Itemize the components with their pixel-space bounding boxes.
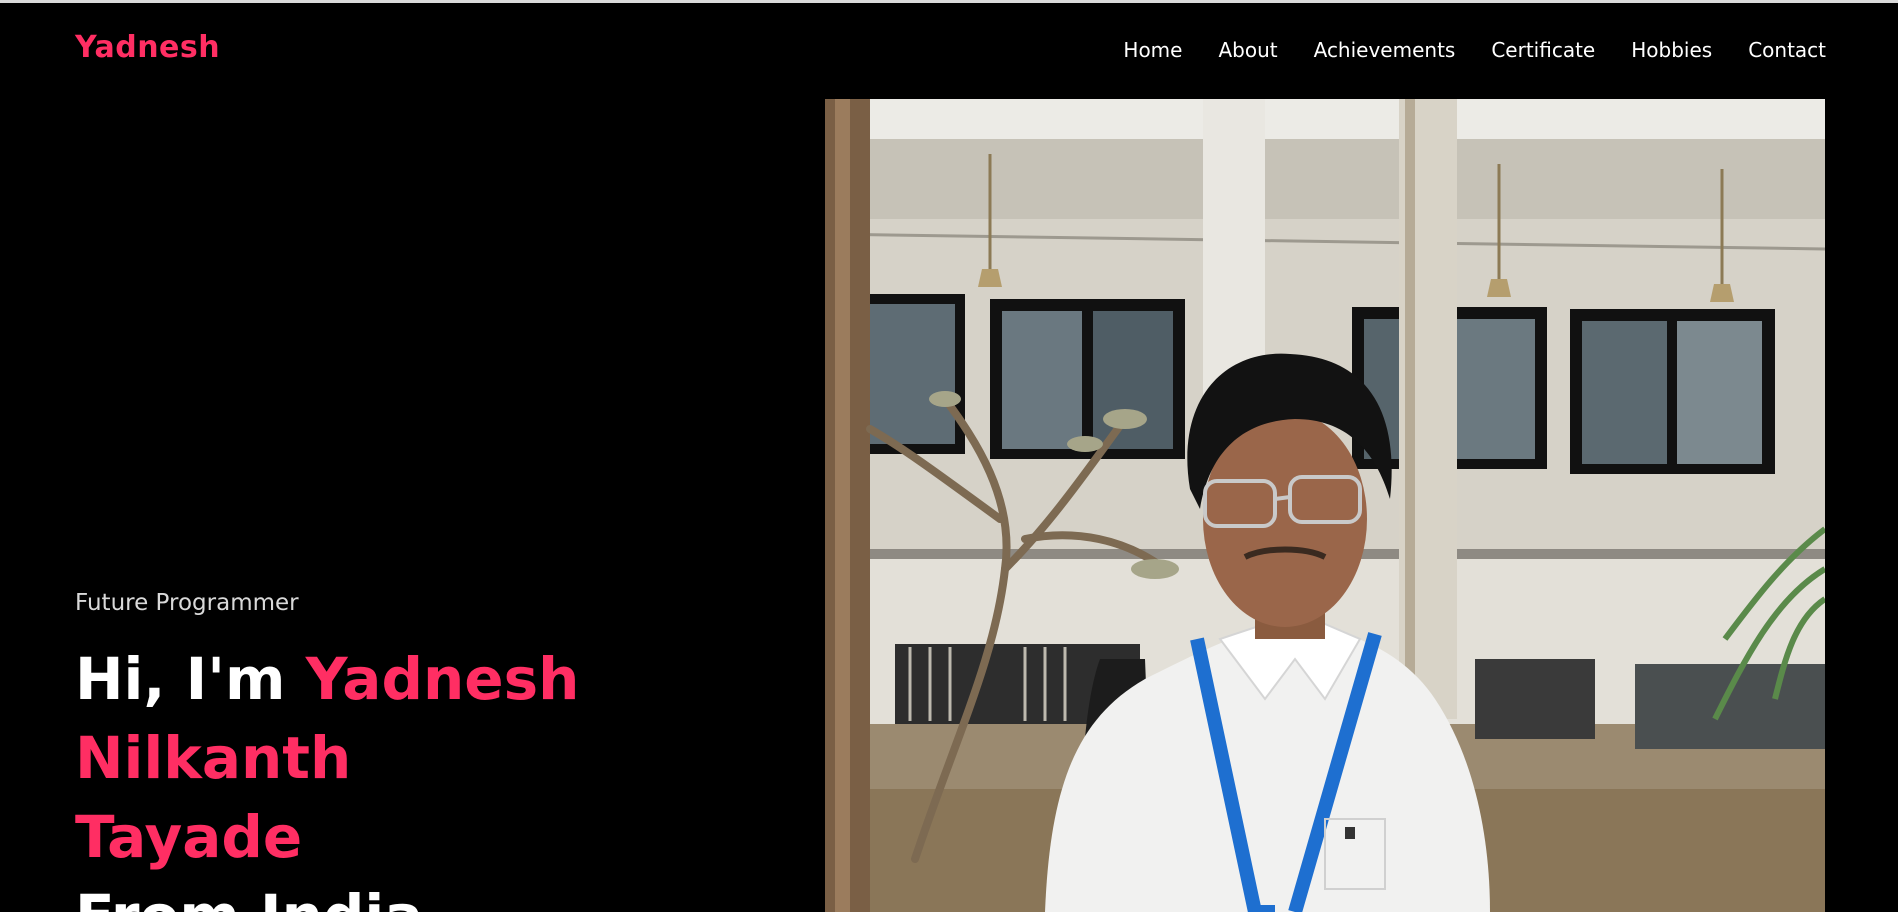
main-nav: Home About Achievements Certificate Hobb… [1123,38,1826,62]
brand-logo[interactable]: Yadnesh [75,30,220,65]
nav-home[interactable]: Home [1123,38,1182,62]
nav-certificate[interactable]: Certificate [1491,38,1595,62]
hero-name-last: Tayade [75,803,303,871]
hero-tagline: Future Programmer [75,590,299,616]
profile-photo [825,99,1825,912]
nav-contact[interactable]: Contact [1748,38,1826,62]
nav-achievements[interactable]: Achievements [1314,38,1456,62]
hero-headline: Hi, I'm Yadnesh Nilkanth Tayade From Ind… [75,640,835,912]
top-border [0,0,1898,3]
hero-origin: From India [75,882,423,912]
nav-hobbies[interactable]: Hobbies [1631,38,1712,62]
nav-about[interactable]: About [1218,38,1277,62]
hero-greeting: Hi, I'm [75,645,286,713]
profile-photo-illustration [825,99,1825,912]
